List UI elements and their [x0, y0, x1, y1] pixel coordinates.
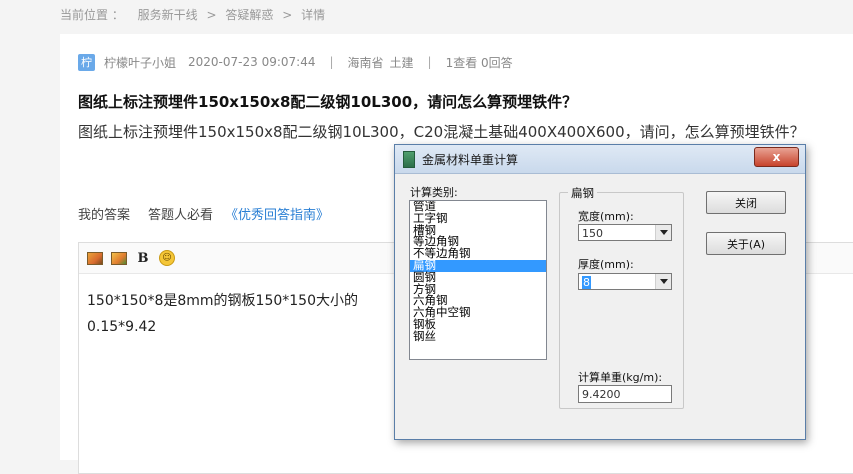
author-name[interactable]: 柠檬叶子小姐 [104, 54, 176, 71]
thickness-label: 厚度(mm): [578, 258, 634, 271]
breadcrumb-item-service[interactable]: 服务新干线 [138, 8, 198, 22]
tab-must-read[interactable]: 答题人必看 [148, 204, 213, 223]
region: 海南省 [347, 55, 384, 70]
breadcrumb-separator: > [282, 8, 293, 22]
post-datetime: 2020-07-23 09:07:44 [188, 55, 316, 69]
thickness-combo[interactable]: 8 [578, 273, 672, 290]
tab-my-answer[interactable]: 我的答案 [78, 204, 130, 223]
chevron-down-icon[interactable] [655, 225, 671, 240]
category-tag: 土建 [389, 55, 414, 70]
question-stats: 1查看 0回答 [445, 55, 513, 70]
answer-tabs: 我的答案 答题人必看 《优秀回答指南》 [78, 204, 329, 223]
chevron-down-icon[interactable] [655, 274, 671, 289]
breadcrumb: 当前位置 ： 服务新干线 > 答疑解惑 > 详情 [60, 6, 325, 23]
dialog-title: 金属材料单重计算 [422, 152, 519, 167]
thickness-value: 8 [582, 276, 591, 289]
category-label: 计算类别: [410, 186, 458, 199]
about-button[interactable]: 关于(A) [706, 232, 786, 255]
dialog-titlebar[interactable]: 金属材料单重计算 x [395, 145, 805, 174]
breadcrumb-prefix: 当前位置 ： [60, 8, 124, 22]
breadcrumb-separator: > [206, 8, 217, 22]
question-title: 图纸上标注预埋件150x150x8配二级钢10L300，请问怎么算预埋铁件？ [78, 93, 578, 111]
close-icon[interactable]: x [754, 147, 799, 167]
insert-gallery-icon[interactable] [111, 250, 127, 266]
list-item[interactable]: 钢丝 [410, 330, 546, 343]
breadcrumb-item-detail: 详情 [301, 8, 326, 22]
avatar[interactable]: 柠 [78, 53, 95, 71]
width-value: 150 [582, 227, 603, 240]
question-body: 图纸上标注预埋件150x150x8配二级钢10L300，C20混凝土基础400X… [78, 123, 805, 141]
emoji-icon[interactable]: ☺ [159, 250, 175, 266]
metal-weight-calculator-dialog: 金属材料单重计算 x 计算类别: 管道 工字钢 槽钢 等边角钢 不等边角钢 扁钢… [394, 144, 806, 440]
bold-icon[interactable]: B [135, 250, 151, 266]
question-meta: 柠 柠檬叶子小姐 2020-07-23 09:07:44 | 海南省 土建 | … [78, 52, 513, 72]
close-button[interactable]: 关闭 [706, 191, 786, 214]
groupbox-legend: 扁钢 [568, 185, 597, 201]
guide-link[interactable]: 《优秀回答指南》 [225, 204, 329, 223]
breadcrumb-item-qa[interactable]: 答疑解惑 [225, 8, 273, 22]
width-combo[interactable]: 150 [578, 224, 672, 241]
result-label: 计算单重(kg/m): [578, 371, 663, 384]
calculator-app-icon [403, 150, 415, 168]
category-listbox[interactable]: 管道 工字钢 槽钢 等边角钢 不等边角钢 扁钢 圆钢 方钢 六角钢 六角中空钢 … [409, 200, 547, 360]
insert-image-icon[interactable] [87, 250, 103, 266]
width-label: 宽度(mm): [578, 210, 634, 223]
result-field[interactable]: 9.4200 [578, 385, 672, 403]
